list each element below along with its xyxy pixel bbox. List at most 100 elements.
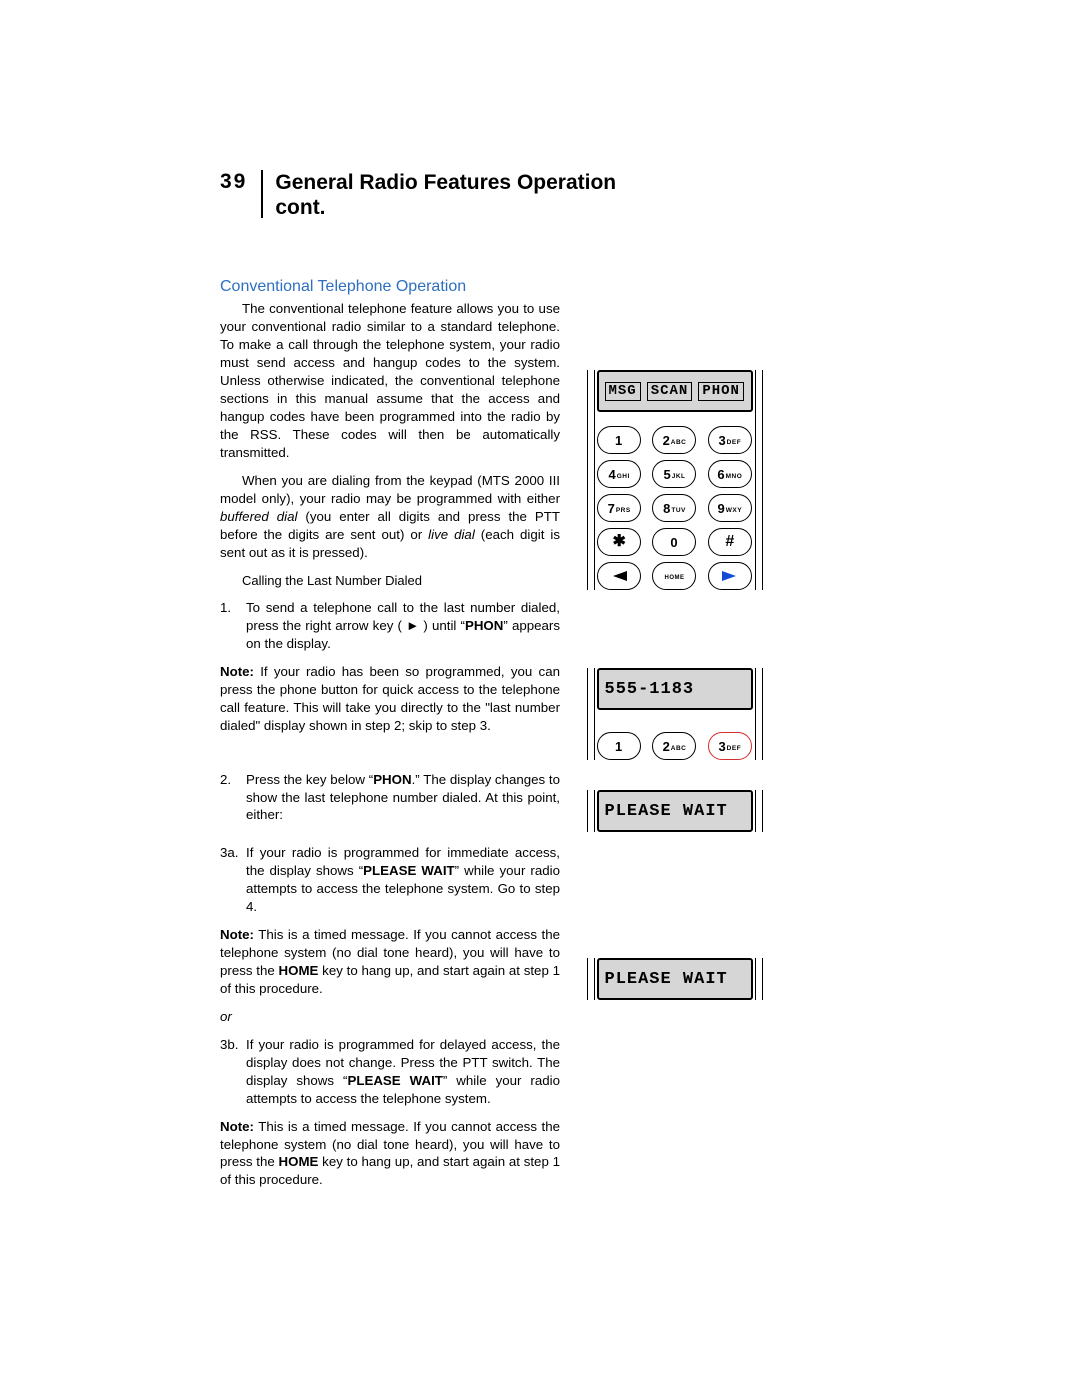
home-label: HOME — [664, 575, 684, 581]
key-3-big: 3 — [718, 433, 725, 448]
key-6-sub: MNO — [726, 473, 743, 480]
key-home[interactable]: HOME — [652, 562, 696, 590]
key-8-big: 8 — [663, 501, 670, 516]
softkey-phon: PHON — [698, 382, 744, 401]
key-9-sub: WXY — [726, 507, 742, 514]
key-3-sub-r2: DEF — [727, 745, 742, 752]
header-divider — [261, 170, 263, 218]
subheading-calling-last: Calling the Last Number Dialed — [220, 572, 560, 590]
manual-page: 39 General Radio Features Operation cont… — [0, 0, 1080, 1199]
key-6[interactable]: 6MNO — [708, 460, 752, 488]
please-wait-label-2: PLEASE WAIT — [347, 1073, 442, 1088]
step-3b: 3b. If your radio is programmed for dela… — [220, 1036, 560, 1108]
step-2-num: 2. — [220, 771, 246, 825]
page-title-line1: General Radio Features Operation — [275, 171, 616, 194]
radio-module-4: PLEASE WAIT — [597, 958, 753, 1000]
key-pound[interactable]: # — [708, 528, 752, 556]
softkey-msg: MSG — [605, 382, 641, 401]
please-wait-label: PLEASE WAIT — [363, 863, 455, 878]
key-star[interactable]: ✱ — [597, 528, 641, 556]
step-3a-num: 3a. — [220, 844, 246, 916]
s2a: Press the key below “ — [246, 772, 373, 787]
phon-label-2: PHON — [373, 772, 411, 787]
live-dial-term: live dial — [428, 527, 475, 542]
key-0[interactable]: 0 — [652, 528, 696, 556]
key-2-sub-r2: ABC — [671, 745, 687, 752]
step-1-num: 1. — [220, 599, 246, 653]
note-label: Note: — [220, 664, 254, 679]
key-5-big: 5 — [663, 467, 670, 482]
key-8-sub: TUV — [671, 507, 686, 514]
right-arrow-glyph: ► — [406, 618, 419, 633]
keypad-full: 1 2ABC 3DEF 4GHI 5JKL 6MNO 7PRS 8TUV 9WX… — [597, 426, 753, 590]
key-right-arrow[interactable] — [708, 562, 752, 590]
key-1-label: 1 — [615, 433, 622, 448]
home-key-label-2: HOME — [279, 1154, 319, 1169]
p2a: When you are dialing from the keypad (MT… — [220, 473, 560, 506]
step-1-note: Note: If your radio has been so programm… — [220, 663, 560, 735]
radio-module-2: 555-1183 1 2ABC 3DEF — [597, 668, 753, 760]
page-header: 39 General Radio Features Operation cont… — [220, 170, 890, 220]
note1b: If your radio has been so programmed, yo… — [220, 664, 560, 733]
lcd-display-1: MSG SCAN PHON — [597, 370, 753, 412]
lcd-display-4: PLEASE WAIT — [597, 958, 753, 1000]
key-9[interactable]: 9WXY — [708, 494, 752, 522]
lcd-display-2: 555-1183 — [597, 668, 753, 710]
key-0-label: 0 — [670, 535, 677, 550]
lcd-display-3: PLEASE WAIT — [597, 790, 753, 832]
key-7-sub: PRS — [616, 507, 631, 514]
step-2: 2. Press the key below “PHON.” The displ… — [220, 771, 560, 825]
key-7[interactable]: 7PRS — [597, 494, 641, 522]
key-3-sub: DEF — [727, 439, 742, 446]
key-5[interactable]: 5JKL — [652, 460, 696, 488]
page-title: General Radio Features Operation cont. — [275, 170, 616, 220]
step-3b-num: 3b. — [220, 1036, 246, 1108]
key-2-sub: ABC — [671, 439, 687, 446]
step-3b-body: If your radio is programmed for delayed … — [246, 1036, 560, 1108]
note-label-3a: Note: — [220, 927, 254, 942]
page-number: 39 — [220, 170, 261, 194]
buffered-dial-term: buffered dial — [220, 509, 297, 524]
step-3a: 3a. If your radio is programmed for imme… — [220, 844, 560, 916]
radio-module-3: PLEASE WAIT — [597, 790, 753, 832]
key-8[interactable]: 8TUV — [652, 494, 696, 522]
left-arrow-icon — [611, 570, 627, 582]
keypad-row-1: 1 2ABC 3DEF — [597, 732, 753, 760]
key-3-big-r2: 3 — [718, 739, 725, 754]
key-1-r2[interactable]: 1 — [597, 732, 641, 760]
step-3a-note: Note: This is a timed message. If you ca… — [220, 926, 560, 998]
key-left-arrow[interactable] — [597, 562, 641, 590]
key-4-sub: GHI — [617, 473, 630, 480]
content-row: The conventional telephone feature allow… — [220, 300, 890, 1199]
key-1-label-r2: 1 — [615, 739, 622, 754]
paragraph-2: When you are dialing from the keypad (MT… — [220, 472, 560, 562]
key-2-big-r2: 2 — [663, 739, 670, 754]
key-3[interactable]: 3DEF — [708, 426, 752, 454]
key-9-big: 9 — [718, 501, 725, 516]
key-4-big: 4 — [609, 467, 616, 482]
page-title-line2: cont. — [275, 196, 325, 219]
pound-icon: # — [725, 534, 734, 550]
key-7-big: 7 — [608, 501, 615, 516]
softkey-scan: SCAN — [647, 382, 693, 401]
figure-column: MSG SCAN PHON 1 2ABC 3DEF 4GHI 5JKL 6MNO… — [582, 300, 767, 1199]
home-key-label: HOME — [279, 963, 319, 978]
key-2[interactable]: 2ABC — [652, 426, 696, 454]
key-1[interactable]: 1 — [597, 426, 641, 454]
phon-label: PHON — [465, 618, 503, 633]
note-label-3b: Note: — [220, 1119, 254, 1134]
key-6-big: 6 — [717, 467, 724, 482]
lcd-2-text: 555-1183 — [605, 680, 695, 699]
or-label: or — [220, 1008, 560, 1026]
step-3a-body: If your radio is programmed for immediat… — [246, 844, 560, 916]
key-4[interactable]: 4GHI — [597, 460, 641, 488]
key-3-highlighted[interactable]: 3DEF — [708, 732, 752, 760]
step-2-body: Press the key below “PHON.” The display … — [246, 771, 560, 825]
key-2-r2[interactable]: 2ABC — [652, 732, 696, 760]
lcd-3-text: PLEASE WAIT — [605, 802, 728, 821]
step-1-body: To send a telephone call to the last num… — [246, 599, 560, 653]
radio-module-1: MSG SCAN PHON 1 2ABC 3DEF 4GHI 5JKL 6MNO… — [597, 370, 753, 590]
right-arrow-icon — [722, 570, 738, 582]
text-column: The conventional telephone feature allow… — [220, 300, 560, 1199]
step-1: 1. To send a telephone call to the last … — [220, 599, 560, 653]
